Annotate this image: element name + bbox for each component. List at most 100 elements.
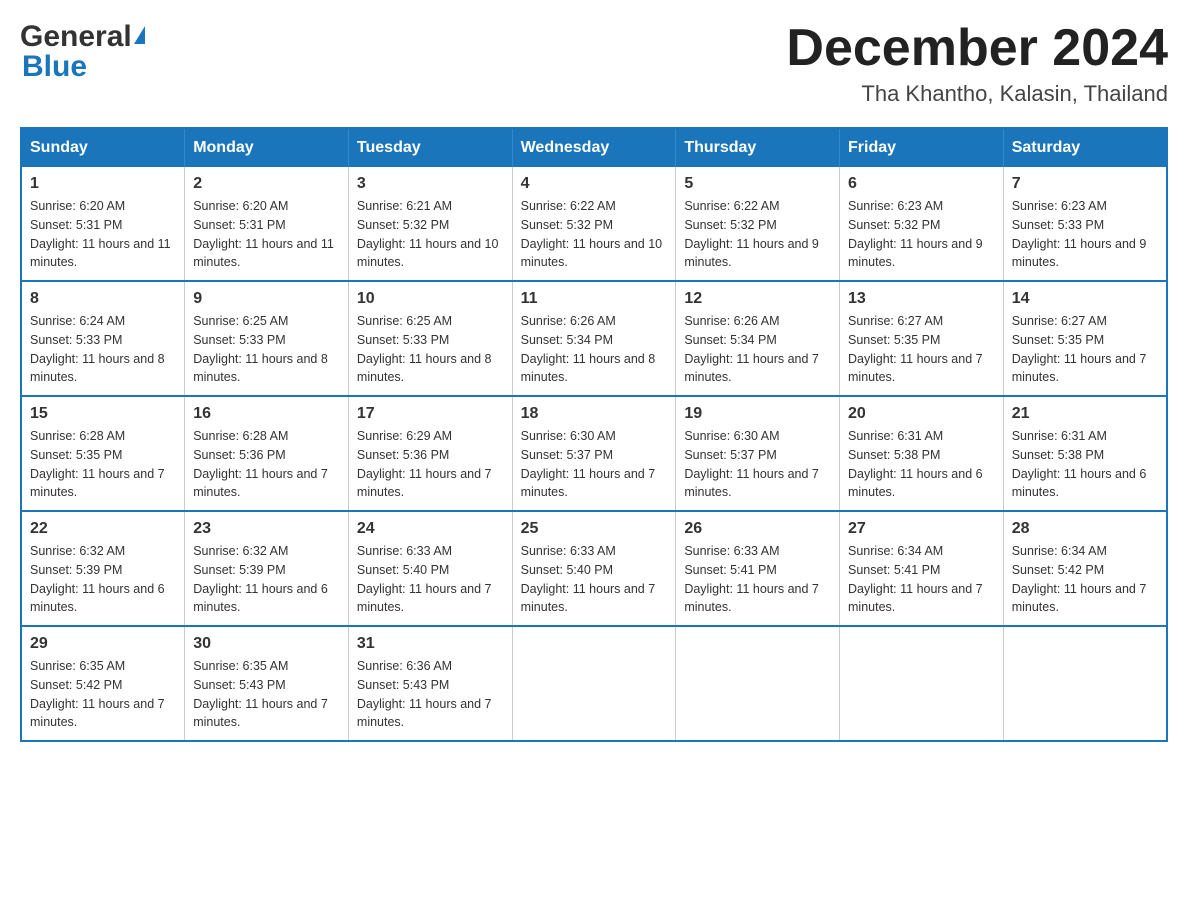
day-number: 13 [848,290,995,308]
day-number: 31 [357,635,504,653]
calendar-table: SundayMondayTuesdayWednesdayThursdayFrid… [20,127,1168,742]
day-info: Sunrise: 6:22 AM Sunset: 5:32 PM Dayligh… [521,197,668,272]
day-number: 7 [1012,175,1158,193]
column-header-tuesday: Tuesday [348,128,512,167]
logo-triangle-icon [134,26,145,44]
calendar-cell: 15 Sunrise: 6:28 AM Sunset: 5:35 PM Dayl… [21,396,185,511]
day-info: Sunrise: 6:31 AM Sunset: 5:38 PM Dayligh… [848,427,995,502]
day-number: 6 [848,175,995,193]
day-info: Sunrise: 6:30 AM Sunset: 5:37 PM Dayligh… [684,427,831,502]
day-number: 19 [684,405,831,423]
calendar-subtitle: Tha Khantho, Kalasin, Thailand [786,81,1168,107]
calendar-cell: 31 Sunrise: 6:36 AM Sunset: 5:43 PM Dayl… [348,626,512,741]
day-info: Sunrise: 6:33 AM Sunset: 5:40 PM Dayligh… [357,542,504,617]
column-header-thursday: Thursday [676,128,840,167]
day-info: Sunrise: 6:25 AM Sunset: 5:33 PM Dayligh… [193,312,340,387]
day-number: 27 [848,520,995,538]
day-info: Sunrise: 6:35 AM Sunset: 5:42 PM Dayligh… [30,657,176,732]
calendar-cell: 11 Sunrise: 6:26 AM Sunset: 5:34 PM Dayl… [512,281,676,396]
day-number: 21 [1012,405,1158,423]
day-info: Sunrise: 6:32 AM Sunset: 5:39 PM Dayligh… [193,542,340,617]
column-header-friday: Friday [840,128,1004,167]
calendar-cell: 30 Sunrise: 6:35 AM Sunset: 5:43 PM Dayl… [185,626,349,741]
calendar-cell: 21 Sunrise: 6:31 AM Sunset: 5:38 PM Dayl… [1003,396,1167,511]
column-header-monday: Monday [185,128,349,167]
day-info: Sunrise: 6:34 AM Sunset: 5:42 PM Dayligh… [1012,542,1158,617]
calendar-cell: 4 Sunrise: 6:22 AM Sunset: 5:32 PM Dayli… [512,167,676,281]
calendar-cell: 12 Sunrise: 6:26 AM Sunset: 5:34 PM Dayl… [676,281,840,396]
day-number: 26 [684,520,831,538]
day-number: 3 [357,175,504,193]
day-info: Sunrise: 6:26 AM Sunset: 5:34 PM Dayligh… [684,312,831,387]
calendar-cell: 2 Sunrise: 6:20 AM Sunset: 5:31 PM Dayli… [185,167,349,281]
calendar-cell: 29 Sunrise: 6:35 AM Sunset: 5:42 PM Dayl… [21,626,185,741]
day-number: 12 [684,290,831,308]
calendar-week-row: 29 Sunrise: 6:35 AM Sunset: 5:42 PM Dayl… [21,626,1167,741]
logo: General Blue [20,20,145,84]
day-number: 4 [521,175,668,193]
day-info: Sunrise: 6:34 AM Sunset: 5:41 PM Dayligh… [848,542,995,617]
calendar-cell [840,626,1004,741]
day-number: 9 [193,290,340,308]
column-header-sunday: Sunday [21,128,185,167]
day-number: 28 [1012,520,1158,538]
calendar-cell: 13 Sunrise: 6:27 AM Sunset: 5:35 PM Dayl… [840,281,1004,396]
calendar-cell: 26 Sunrise: 6:33 AM Sunset: 5:41 PM Dayl… [676,511,840,626]
day-info: Sunrise: 6:22 AM Sunset: 5:32 PM Dayligh… [684,197,831,272]
day-number: 8 [30,290,176,308]
day-number: 14 [1012,290,1158,308]
calendar-cell: 5 Sunrise: 6:22 AM Sunset: 5:32 PM Dayli… [676,167,840,281]
day-info: Sunrise: 6:20 AM Sunset: 5:31 PM Dayligh… [193,197,340,272]
calendar-cell: 22 Sunrise: 6:32 AM Sunset: 5:39 PM Dayl… [21,511,185,626]
day-info: Sunrise: 6:25 AM Sunset: 5:33 PM Dayligh… [357,312,504,387]
calendar-cell: 18 Sunrise: 6:30 AM Sunset: 5:37 PM Dayl… [512,396,676,511]
day-info: Sunrise: 6:20 AM Sunset: 5:31 PM Dayligh… [30,197,176,272]
day-info: Sunrise: 6:36 AM Sunset: 5:43 PM Dayligh… [357,657,504,732]
calendar-cell [676,626,840,741]
calendar-cell: 24 Sunrise: 6:33 AM Sunset: 5:40 PM Dayl… [348,511,512,626]
calendar-cell: 16 Sunrise: 6:28 AM Sunset: 5:36 PM Dayl… [185,396,349,511]
day-number: 2 [193,175,340,193]
day-number: 16 [193,405,340,423]
day-info: Sunrise: 6:33 AM Sunset: 5:41 PM Dayligh… [684,542,831,617]
calendar-week-row: 15 Sunrise: 6:28 AM Sunset: 5:35 PM Dayl… [21,396,1167,511]
day-info: Sunrise: 6:27 AM Sunset: 5:35 PM Dayligh… [1012,312,1158,387]
calendar-cell: 27 Sunrise: 6:34 AM Sunset: 5:41 PM Dayl… [840,511,1004,626]
day-number: 17 [357,405,504,423]
day-info: Sunrise: 6:28 AM Sunset: 5:35 PM Dayligh… [30,427,176,502]
day-number: 20 [848,405,995,423]
logo-general: General [20,20,132,54]
calendar-cell: 8 Sunrise: 6:24 AM Sunset: 5:33 PM Dayli… [21,281,185,396]
day-info: Sunrise: 6:35 AM Sunset: 5:43 PM Dayligh… [193,657,340,732]
logo-blue: Blue [22,50,87,84]
day-info: Sunrise: 6:24 AM Sunset: 5:33 PM Dayligh… [30,312,176,387]
calendar-week-row: 8 Sunrise: 6:24 AM Sunset: 5:33 PM Dayli… [21,281,1167,396]
day-number: 22 [30,520,176,538]
day-info: Sunrise: 6:28 AM Sunset: 5:36 PM Dayligh… [193,427,340,502]
calendar-cell: 20 Sunrise: 6:31 AM Sunset: 5:38 PM Dayl… [840,396,1004,511]
day-info: Sunrise: 6:29 AM Sunset: 5:36 PM Dayligh… [357,427,504,502]
calendar-header-row: SundayMondayTuesdayWednesdayThursdayFrid… [21,128,1167,167]
day-number: 29 [30,635,176,653]
calendar-cell: 19 Sunrise: 6:30 AM Sunset: 5:37 PM Dayl… [676,396,840,511]
calendar-cell: 17 Sunrise: 6:29 AM Sunset: 5:36 PM Dayl… [348,396,512,511]
calendar-week-row: 22 Sunrise: 6:32 AM Sunset: 5:39 PM Dayl… [21,511,1167,626]
day-number: 24 [357,520,504,538]
day-number: 5 [684,175,831,193]
calendar-cell: 23 Sunrise: 6:32 AM Sunset: 5:39 PM Dayl… [185,511,349,626]
day-info: Sunrise: 6:26 AM Sunset: 5:34 PM Dayligh… [521,312,668,387]
calendar-title: December 2024 [786,20,1168,77]
day-number: 1 [30,175,176,193]
column-header-saturday: Saturday [1003,128,1167,167]
day-number: 10 [357,290,504,308]
day-info: Sunrise: 6:23 AM Sunset: 5:32 PM Dayligh… [848,197,995,272]
calendar-week-row: 1 Sunrise: 6:20 AM Sunset: 5:31 PM Dayli… [21,167,1167,281]
day-info: Sunrise: 6:21 AM Sunset: 5:32 PM Dayligh… [357,197,504,272]
day-number: 15 [30,405,176,423]
day-number: 30 [193,635,340,653]
day-number: 18 [521,405,668,423]
calendar-cell: 25 Sunrise: 6:33 AM Sunset: 5:40 PM Dayl… [512,511,676,626]
calendar-cell: 1 Sunrise: 6:20 AM Sunset: 5:31 PM Dayli… [21,167,185,281]
day-info: Sunrise: 6:31 AM Sunset: 5:38 PM Dayligh… [1012,427,1158,502]
day-info: Sunrise: 6:32 AM Sunset: 5:39 PM Dayligh… [30,542,176,617]
